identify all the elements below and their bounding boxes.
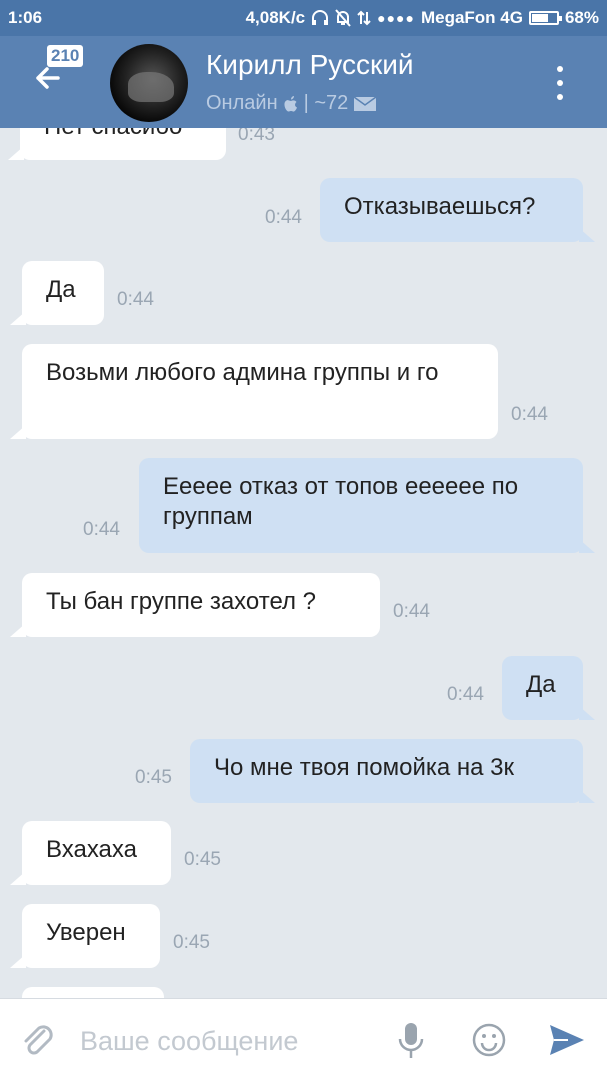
online-status: Онлайн xyxy=(206,92,278,114)
message-list[interactable]: Нет спасибо 0:43 0:44 Отказываешься? Да … xyxy=(0,128,607,998)
message-input[interactable] xyxy=(78,1019,382,1063)
mute-icon xyxy=(335,9,351,27)
message-bubble-incoming[interactable]: Да xyxy=(10,261,104,325)
message-time: 0:45 xyxy=(173,932,210,953)
contact-status: Онлайн | ~72 xyxy=(206,92,377,115)
message-bubble-incoming[interactable]: Вхахаха xyxy=(10,821,171,885)
message-text: Чо мне твоя помойка на 3к xyxy=(214,754,515,781)
carrier-name: MegaFon 4G xyxy=(420,8,523,27)
message-text: Нет спасибо xyxy=(44,128,182,140)
headphones-icon xyxy=(312,10,329,25)
status-time: 1:06 xyxy=(8,8,43,27)
message-bubble-incoming[interactable] xyxy=(22,987,164,998)
status-right: 4,08K/c ●●●● MegaFon 4G 68% xyxy=(246,8,599,28)
message-text: Вхахаха xyxy=(46,836,137,863)
message-bubble-incoming[interactable]: Нет спасибо xyxy=(8,128,226,160)
network-speed: 4,08K/c xyxy=(245,8,306,27)
mail-icon xyxy=(353,95,377,111)
send-icon[interactable] xyxy=(548,1023,586,1057)
message-count: | ~72 xyxy=(303,92,349,114)
message-text: Ты бан группе захотел ? xyxy=(46,588,317,615)
message-time: 0:44 xyxy=(447,684,484,705)
signal-icon xyxy=(357,10,371,26)
paperclip-icon[interactable] xyxy=(20,1021,56,1061)
message-time: 0:44 xyxy=(511,404,548,425)
message-bubble-outgoing[interactable]: Да xyxy=(502,656,595,720)
message-text: Да xyxy=(526,671,556,698)
message-composer xyxy=(0,998,607,1081)
message-text: Ееееe отказ от топов ееееее по группам xyxy=(163,473,519,530)
message-time: 0:45 xyxy=(135,767,172,788)
message-time: 0:44 xyxy=(265,207,302,228)
message-time: 0:44 xyxy=(117,289,154,310)
microphone-icon[interactable] xyxy=(396,1021,426,1061)
status-bar: 1:06 4,08K/c ●●●● MegaFon 4G 68% xyxy=(0,0,607,36)
message-text: Отказываешься? xyxy=(344,193,536,220)
emoji-icon[interactable] xyxy=(472,1023,506,1057)
message-bubble-outgoing[interactable]: Отказываешься? xyxy=(320,178,595,242)
message-time: 0:45 xyxy=(184,849,221,870)
message-text: Уверен xyxy=(46,919,126,946)
message-text: Возьми любого админа группы и го xyxy=(46,359,439,386)
message-text: Да xyxy=(46,276,76,303)
contact-name[interactable]: Кирилл Русский xyxy=(206,49,414,81)
avatar[interactable] xyxy=(110,44,188,122)
unread-badge: 210 xyxy=(47,45,84,67)
battery-percent: 68% xyxy=(564,8,599,27)
message-bubble-incoming[interactable]: Ты бан группе захотел ? xyxy=(10,573,380,637)
signal-dots: ●●●● xyxy=(377,10,415,26)
message-bubble-incoming[interactable]: Возьми любого админа группы и го xyxy=(10,344,498,439)
apple-icon xyxy=(284,95,297,112)
message-bubble-outgoing[interactable]: Чо мне твоя помойка на 3к xyxy=(190,739,595,803)
message-time: 0:44 xyxy=(83,519,120,540)
message-time: 0:44 xyxy=(393,601,430,622)
message-bubble-incoming[interactable]: Уверен xyxy=(10,904,160,968)
more-vert-icon[interactable] xyxy=(550,66,570,100)
message-time: 0:43 xyxy=(238,128,275,145)
battery-icon xyxy=(528,11,562,25)
message-bubble-outgoing[interactable]: Ееееe отказ от топов ееееее по группам xyxy=(139,458,595,553)
